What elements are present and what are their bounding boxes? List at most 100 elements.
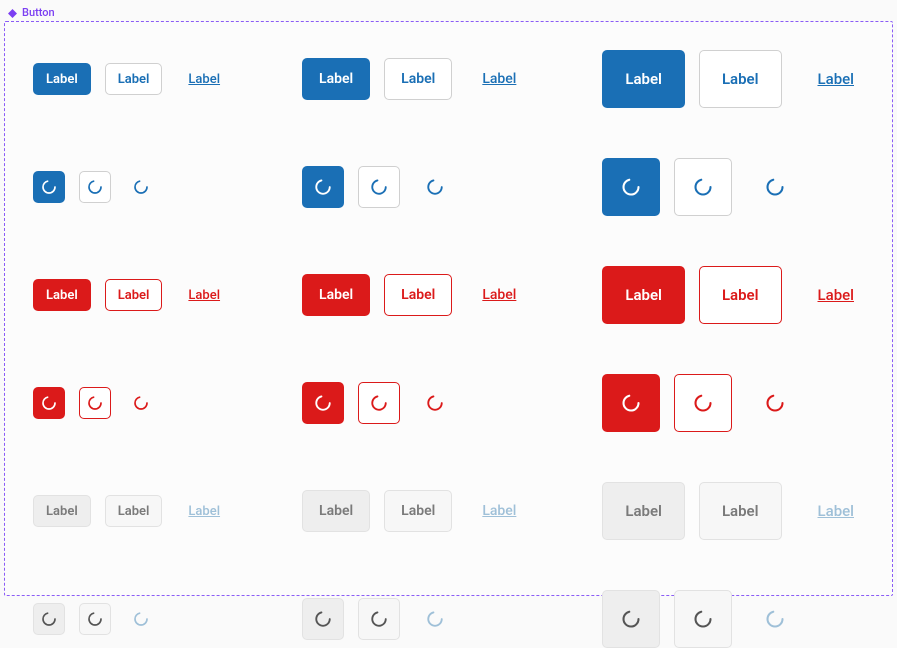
button-danger-text-loading-s[interactable] — [125, 387, 157, 419]
spinner-icon — [765, 609, 785, 629]
button-danger-text-loading-l[interactable] — [746, 374, 804, 432]
button-primary-text-loading-m[interactable] — [414, 166, 456, 208]
button-label: Label — [118, 504, 150, 519]
button-disabled-text-loading-s — [125, 603, 157, 635]
button-danger-filled-loading-s[interactable] — [33, 387, 65, 419]
spinner-icon — [426, 178, 444, 196]
button-danger-outline-loading-s[interactable] — [79, 387, 111, 419]
spinner-icon — [426, 394, 444, 412]
spinner-icon — [41, 179, 57, 195]
button-danger-text-l[interactable]: Label — [796, 266, 876, 324]
spinner-icon — [41, 611, 57, 627]
button-primary-outline-l[interactable]: Label — [699, 50, 782, 108]
button-label: Label — [319, 71, 353, 87]
button-primary-filled-l[interactable]: Label — [602, 50, 685, 108]
button-label: Label — [625, 70, 662, 88]
variants-grid: Label Label Label Label Label Label Labe… — [33, 50, 864, 567]
spinner-icon — [370, 178, 388, 196]
spinner-icon — [87, 395, 103, 411]
button-label: Label — [118, 288, 150, 303]
cell-danger-s: Label Label Label — [33, 266, 232, 324]
cell-disabled-l: Label Label Label — [602, 482, 876, 540]
spinner-icon — [370, 610, 388, 628]
button-label: Label — [401, 503, 435, 519]
button-label: Label — [818, 502, 854, 520]
button-disabled-text-m: Label — [466, 490, 532, 532]
variants-frame: Label Label Label Label Label Label Labe… — [4, 21, 893, 596]
spinner-icon — [370, 394, 388, 412]
spinner-icon — [693, 393, 713, 413]
button-primary-filled-loading-l[interactable] — [602, 158, 660, 216]
button-danger-filled-loading-l[interactable] — [602, 374, 660, 432]
button-danger-outline-m[interactable]: Label — [384, 274, 452, 316]
button-label: Label — [46, 72, 78, 87]
button-danger-filled-s[interactable]: Label — [33, 279, 91, 311]
cell-danger-m: Label Label Label — [302, 266, 532, 324]
button-disabled-text-loading-m — [414, 598, 456, 640]
button-disabled-outline-loading-s — [79, 603, 111, 635]
button-label: Label — [625, 286, 662, 304]
button-label: Label — [625, 502, 662, 520]
cell-disabled-m: Label Label Label — [302, 482, 532, 540]
spinner-icon — [621, 393, 641, 413]
button-label: Label — [188, 288, 220, 303]
component-name: Button — [22, 6, 55, 19]
button-disabled-text-l: Label — [796, 482, 876, 540]
button-danger-outline-loading-m[interactable] — [358, 382, 400, 424]
spinner-icon — [314, 394, 332, 412]
button-danger-text-m[interactable]: Label — [466, 274, 532, 316]
button-danger-text-s[interactable]: Label — [176, 279, 232, 311]
button-primary-text-loading-s[interactable] — [125, 171, 157, 203]
button-danger-filled-m[interactable]: Label — [302, 274, 370, 316]
spinner-icon — [87, 611, 103, 627]
spinner-icon — [314, 178, 332, 196]
component-icon — [8, 8, 17, 17]
button-primary-outline-loading-l[interactable] — [674, 158, 732, 216]
button-primary-filled-m[interactable]: Label — [302, 58, 370, 100]
button-label: Label — [818, 286, 854, 304]
button-label: Label — [46, 288, 78, 303]
button-label: Label — [482, 287, 516, 303]
button-label: Label — [722, 286, 759, 304]
spinner-icon — [314, 610, 332, 628]
spinner-icon — [133, 179, 149, 195]
button-primary-outline-loading-s[interactable] — [79, 171, 111, 203]
button-label: Label — [722, 70, 759, 88]
button-primary-outline-m[interactable]: Label — [384, 58, 452, 100]
button-disabled-filled-loading-s — [33, 603, 65, 635]
button-label: Label — [722, 502, 759, 520]
button-danger-text-loading-m[interactable] — [414, 382, 456, 424]
button-label: Label — [401, 287, 435, 303]
button-label: Label — [188, 504, 220, 519]
button-danger-outline-l[interactable]: Label — [699, 266, 782, 324]
button-label: Label — [319, 287, 353, 303]
button-primary-filled-loading-s[interactable] — [33, 171, 65, 203]
button-primary-outline-s[interactable]: Label — [105, 63, 163, 95]
cell-danger-l: Label Label Label — [602, 266, 876, 324]
component-header: Button — [4, 4, 893, 21]
button-primary-filled-loading-m[interactable] — [302, 166, 344, 208]
button-danger-outline-loading-l[interactable] — [674, 374, 732, 432]
cell-primary-m: Label Label Label — [302, 50, 532, 108]
button-danger-outline-s[interactable]: Label — [105, 279, 163, 311]
button-primary-text-m[interactable]: Label — [466, 58, 532, 100]
spinner-icon — [621, 177, 641, 197]
button-primary-text-loading-l[interactable] — [746, 158, 804, 216]
button-danger-filled-loading-m[interactable] — [302, 382, 344, 424]
button-danger-filled-l[interactable]: Label — [602, 266, 685, 324]
cell-danger-loading-s — [33, 374, 232, 432]
cell-danger-loading-m — [302, 374, 532, 432]
button-disabled-filled-loading-m — [302, 598, 344, 640]
spinner-icon — [765, 177, 785, 197]
button-primary-text-s[interactable]: Label — [176, 63, 232, 95]
button-disabled-filled-m: Label — [302, 490, 370, 532]
button-label: Label — [482, 71, 516, 87]
spinner-icon — [87, 179, 103, 195]
button-primary-text-l[interactable]: Label — [796, 50, 876, 108]
button-label: Label — [319, 503, 353, 519]
button-primary-outline-loading-m[interactable] — [358, 166, 400, 208]
button-label: Label — [818, 70, 854, 88]
cell-primary-s: Label Label Label — [33, 50, 232, 108]
cell-primary-l: Label Label Label — [602, 50, 876, 108]
button-primary-filled-s[interactable]: Label — [33, 63, 91, 95]
